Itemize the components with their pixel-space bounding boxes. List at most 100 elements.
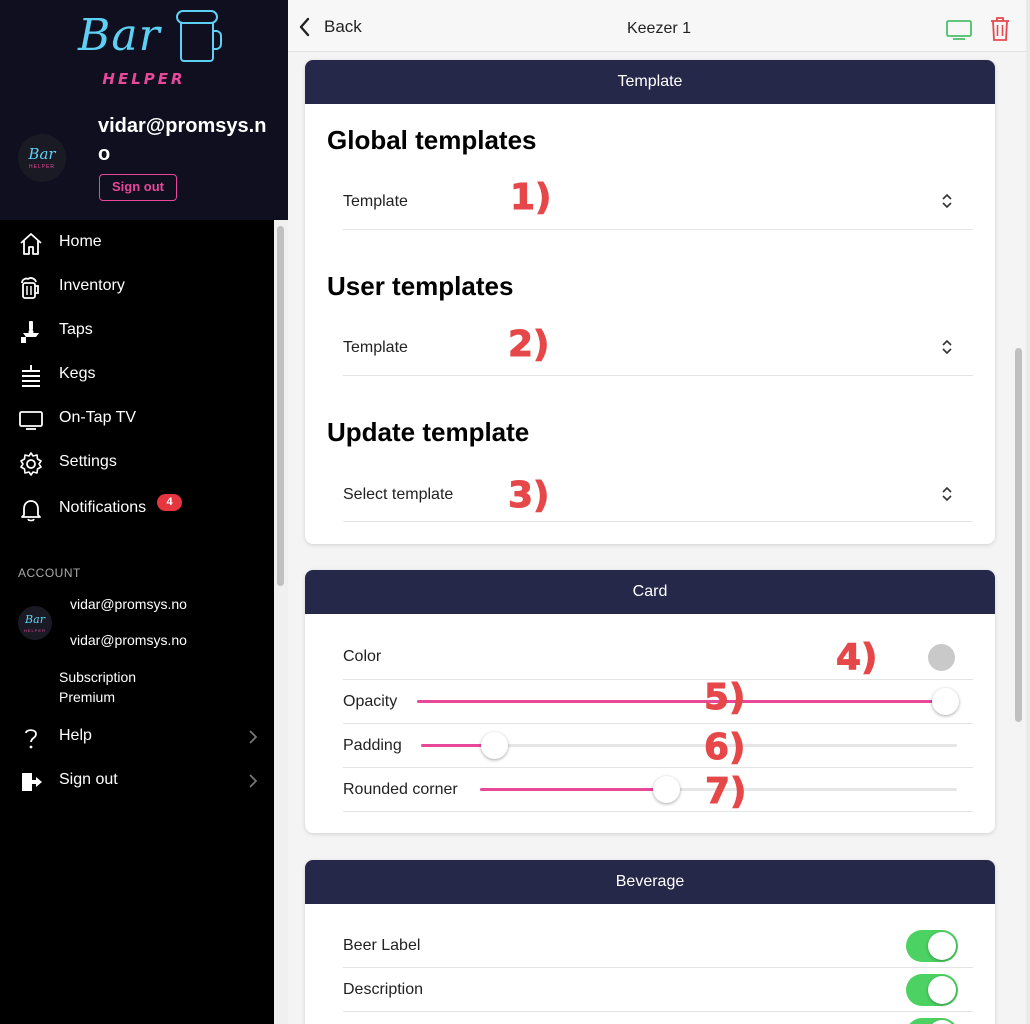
select-arrows-icon — [942, 193, 952, 209]
user-template-select[interactable]: Template — [343, 328, 973, 376]
nav-label-help: Help — [59, 727, 92, 744]
nav-label-on-tap-tv: On-Tap TV — [59, 409, 137, 426]
header-sign-out-button[interactable]: Sign out — [99, 174, 177, 201]
nav-label-notifications: Notifications — [59, 499, 147, 516]
global-templates-title: Global templates — [327, 125, 537, 155]
gear-icon — [20, 452, 42, 476]
annotation-1: 1) — [510, 177, 553, 219]
account-avatar: Bar HELPER — [18, 606, 52, 640]
slider-knob[interactable] — [653, 776, 680, 803]
bell-icon — [21, 500, 41, 522]
main-scrollbar-thumb[interactable] — [1015, 348, 1022, 722]
user-template-select-value: Template — [343, 339, 408, 356]
description-row: Description — [343, 968, 973, 1012]
nav-label-home: Home — [59, 233, 102, 250]
slider-knob[interactable] — [932, 688, 959, 715]
avatar-logo-sub: HELPER — [28, 164, 55, 170]
opacity-slider[interactable] — [417, 688, 959, 716]
account-email-1: vidar@promsys.no — [70, 596, 187, 612]
select-arrows-icon — [942, 486, 952, 502]
annotation-5: 5) — [704, 677, 747, 719]
nav-label-kegs: Kegs — [59, 365, 96, 382]
sidebar: Bar HELPER Bar HELPER vidar@promsys.no S… — [0, 0, 288, 1024]
nav-label-settings: Settings — [59, 453, 117, 470]
notifications-badge: 4 — [157, 494, 182, 511]
logo-main-text: Bar — [78, 10, 161, 61]
tv-icon — [19, 411, 43, 430]
nav-item-settings[interactable]: Settings — [0, 443, 274, 483]
account-section-header: ACCOUNT — [18, 566, 81, 580]
keg-icon — [22, 365, 40, 387]
back-button[interactable]: Back — [296, 14, 366, 38]
page-title: Keezer 1 — [626, 20, 692, 37]
logo-sub-text: HELPER — [102, 70, 186, 88]
nav-label-inventory: Inventory — [59, 277, 125, 294]
account-avatar-logo-text: Bar — [25, 613, 45, 626]
description-label: Description — [343, 981, 424, 998]
sign-out-icon — [22, 773, 42, 791]
tv-icon[interactable] — [945, 18, 973, 42]
update-template-select[interactable]: Select template — [343, 474, 973, 522]
tap-icon — [21, 321, 39, 343]
global-template-select-value: Template — [343, 193, 408, 210]
annotation-7: 7) — [705, 771, 748, 813]
account-avatar-logo-sub: HELPER — [23, 628, 46, 633]
top-bar: Keezer 1 Back — [288, 0, 1030, 52]
subscription-label: Subscription — [59, 669, 137, 685]
app-root: Bar HELPER Bar HELPER vidar@promsys.no S… — [0, 0, 1030, 1024]
nav-label-taps: Taps — [59, 321, 93, 338]
chevron-right-icon — [249, 774, 258, 788]
template-card-header: Template — [305, 60, 995, 104]
padding-label: Padding — [343, 737, 402, 754]
toggle-knob — [928, 1020, 956, 1024]
window-edge — [1026, 0, 1030, 1024]
logo-foam-icon — [176, 10, 218, 24]
nav-label-sign-out: Sign out — [59, 771, 118, 788]
color-picker-swatch[interactable] — [928, 644, 955, 671]
annotation-6: 6) — [704, 727, 747, 769]
slider-fill — [480, 788, 666, 791]
back-label: Back — [324, 17, 362, 36]
nav-item-home[interactable]: Home — [0, 223, 274, 263]
nav-item-notifications[interactable]: Notifications 4 — [0, 489, 274, 529]
trash-icon[interactable] — [988, 16, 1012, 42]
nav-item-kegs[interactable]: Kegs — [0, 355, 274, 395]
beer-mug-icon — [21, 277, 39, 299]
profile-avatar: Bar HELPER — [18, 134, 66, 182]
profile-email: vidar@promsys.no — [98, 115, 267, 165]
chevron-left-icon — [299, 17, 310, 37]
nav-item-help[interactable]: Help — [0, 717, 274, 757]
toggle-knob — [928, 976, 956, 1004]
global-template-select[interactable]: Template — [343, 182, 973, 230]
account-email-2: vidar@promsys.no — [70, 632, 187, 648]
nav-item-on-tap-tv[interactable]: On-Tap TV — [0, 399, 274, 439]
bar-helper-logo: Bar HELPER — [76, 10, 222, 90]
annotation-3: 3) — [508, 475, 551, 517]
slider-knob[interactable] — [481, 732, 508, 759]
nav-item-sign-out[interactable]: Sign out — [0, 761, 274, 801]
avatar-logo-text: Bar — [28, 145, 56, 163]
card-settings-header: Card — [305, 570, 995, 614]
beverage-card-header: Beverage — [305, 860, 995, 904]
rounded-corner-label: Rounded corner — [343, 781, 458, 798]
color-row: Color — [343, 636, 973, 680]
padding-slider[interactable] — [421, 732, 957, 760]
beer-label-toggle[interactable] — [906, 930, 958, 962]
sidebar-scrollbar-thumb[interactable] — [277, 226, 284, 586]
select-arrows-icon — [942, 339, 952, 355]
description-toggle[interactable] — [906, 974, 958, 1006]
subscription-plan: Premium — [59, 689, 116, 705]
annotation-4: 4) — [836, 637, 879, 679]
question-icon — [25, 729, 37, 749]
color-label: Color — [343, 648, 382, 665]
sidebar-header: Bar HELPER Bar HELPER vidar@promsys.no S… — [0, 0, 288, 220]
nav-item-inventory[interactable]: Inventory — [0, 267, 274, 307]
slider-fill — [417, 700, 945, 703]
annotation-2: 2) — [508, 324, 551, 366]
nav-item-taps[interactable]: Taps — [0, 311, 274, 351]
update-template-title: Update template — [327, 417, 530, 447]
chevron-right-icon — [249, 730, 258, 744]
home-icon — [20, 233, 42, 255]
user-templates-title: User templates — [327, 271, 514, 301]
beer-label-row: Beer Label — [343, 924, 973, 968]
